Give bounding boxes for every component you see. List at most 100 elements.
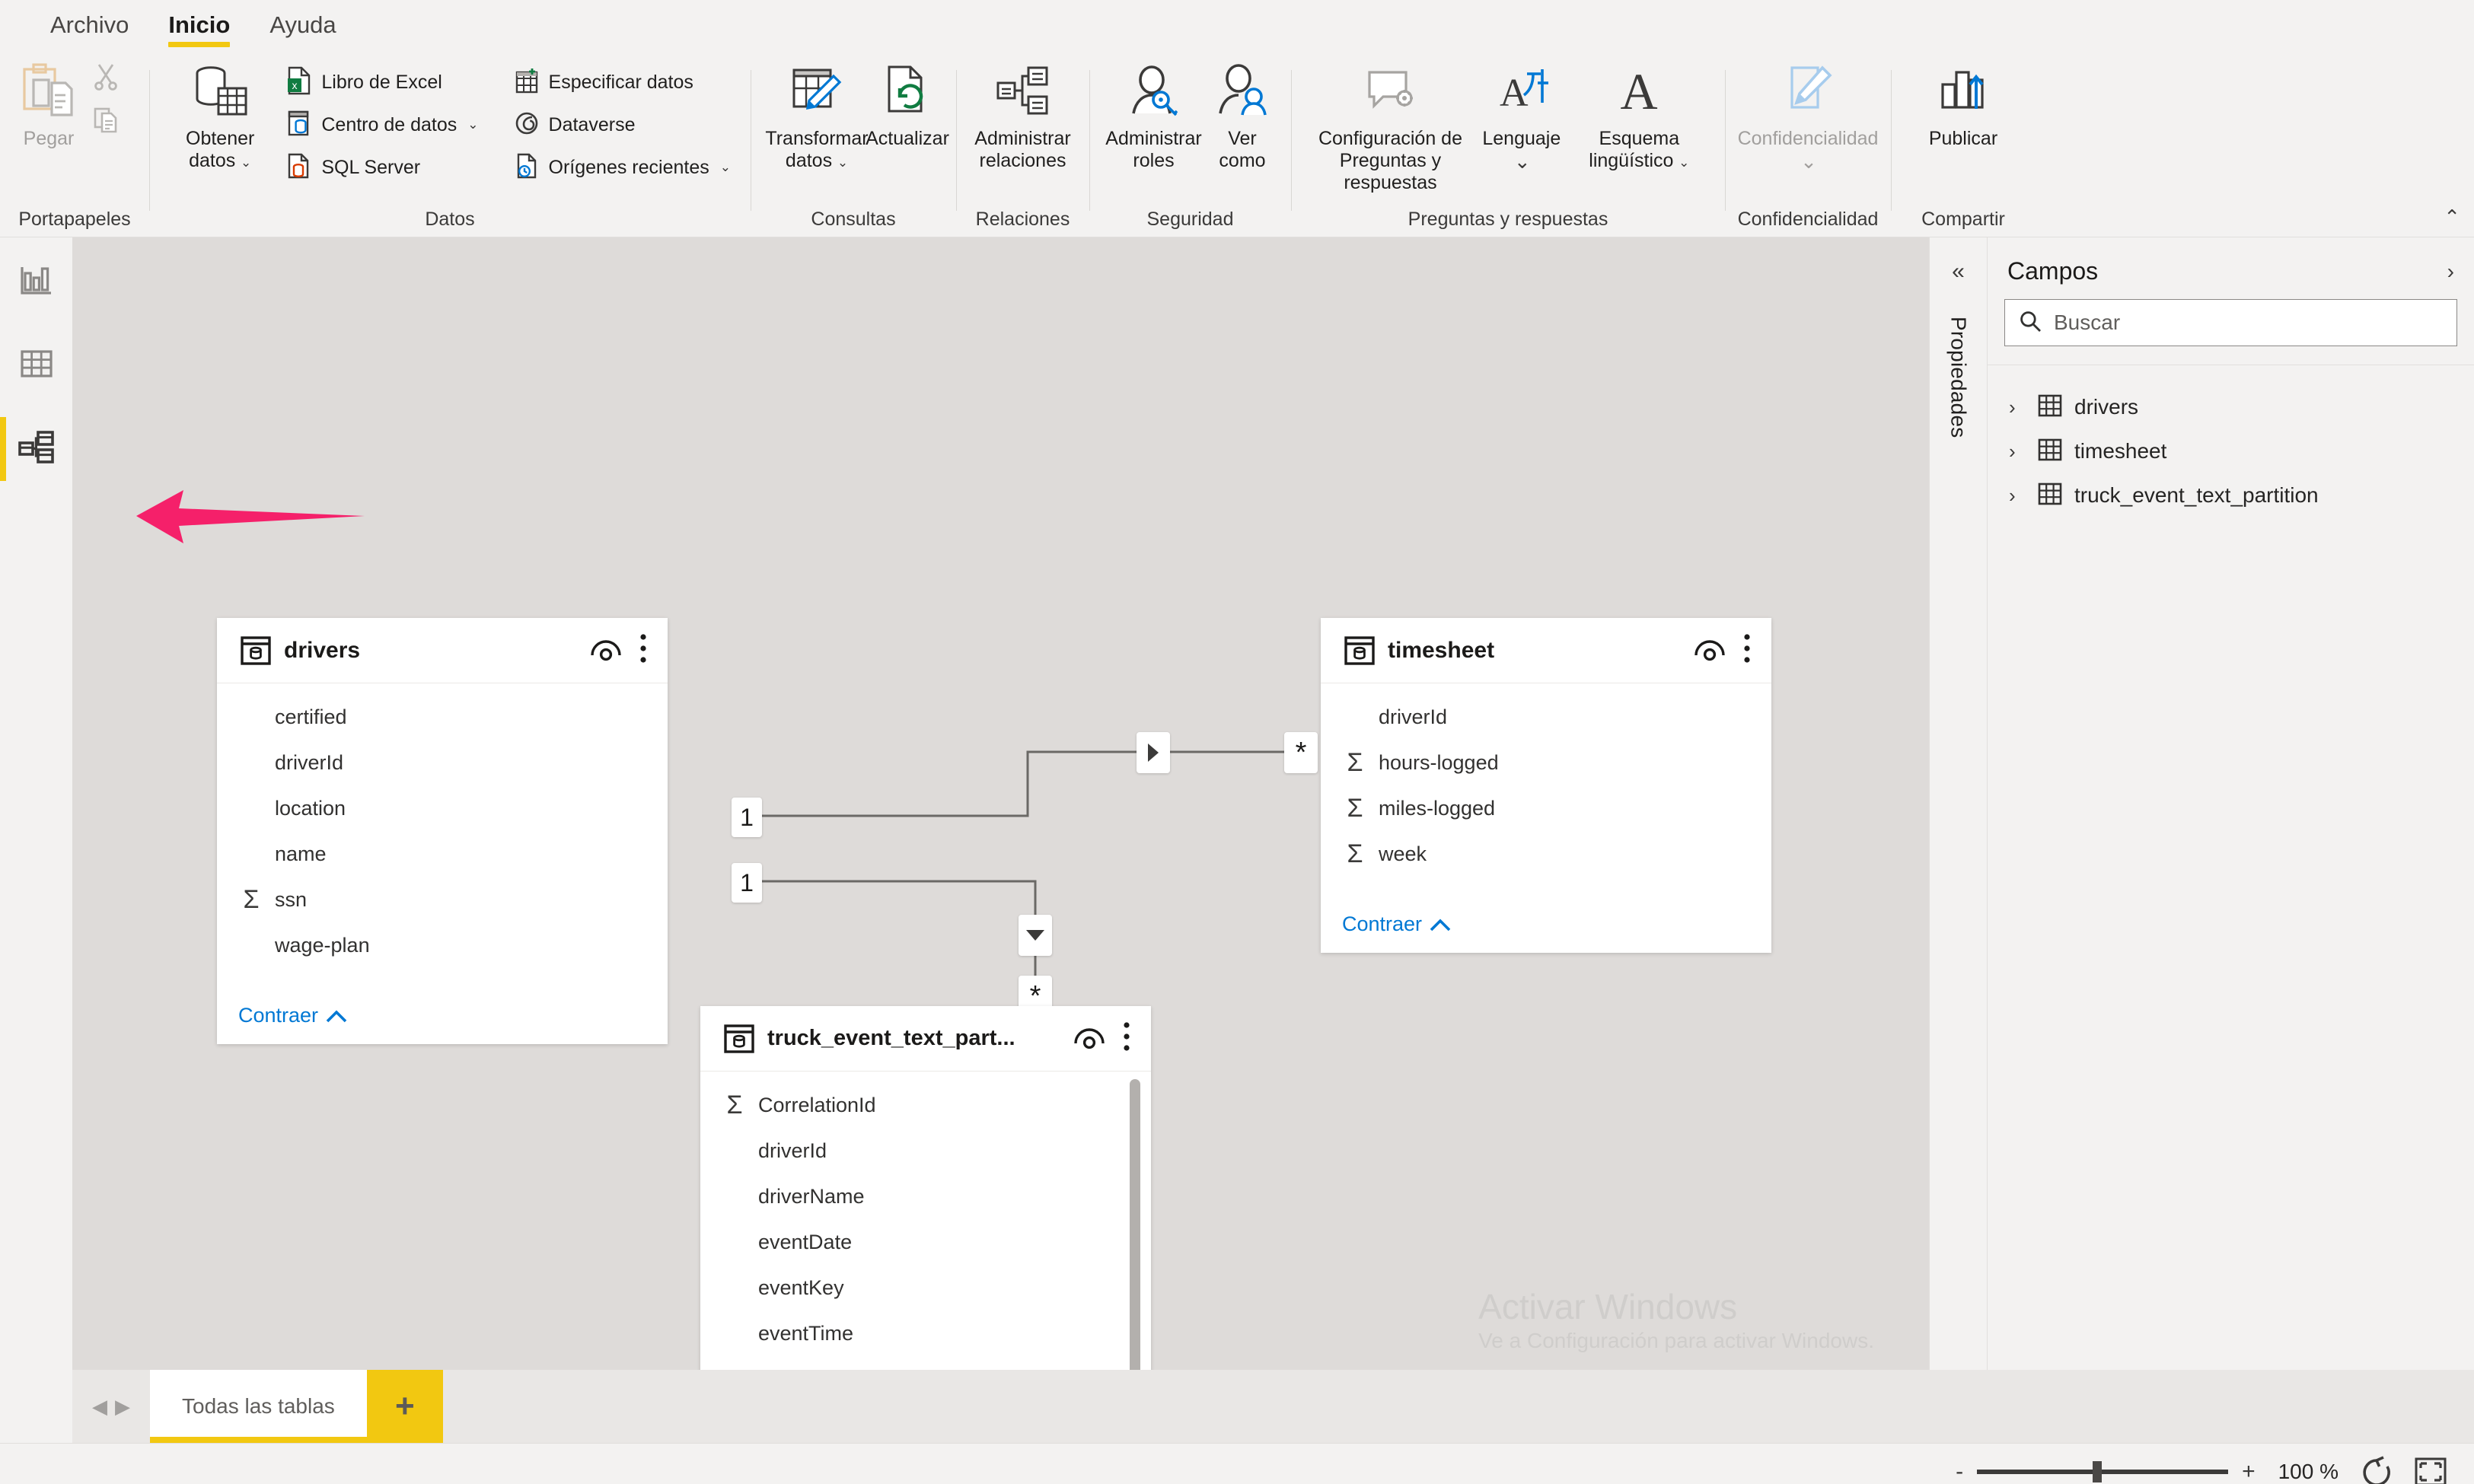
field-row[interactable]: ΣdriverId [217, 740, 668, 785]
hide-table-icon[interactable] [1692, 635, 1727, 665]
sensitivity-button[interactable]: Confidencialidad ⌄ [1737, 53, 1879, 174]
field-row[interactable]: ΣdriverId [700, 1128, 1151, 1174]
hide-table-icon[interactable] [1072, 1024, 1107, 1053]
model-relationship-icon [18, 430, 55, 469]
chevron-right-icon[interactable]: › [2447, 260, 2454, 284]
field-row[interactable]: ΣeventTime [700, 1310, 1151, 1356]
transform-data-button[interactable]: Transformar datos ⌄ [763, 53, 871, 172]
field-row[interactable]: ΣdriverName [700, 1174, 1151, 1219]
paste-button[interactable]: Pegar [12, 53, 85, 150]
tab-ayuda[interactable]: Ayuda [250, 11, 355, 47]
table-more-options-icon[interactable] [1739, 632, 1755, 668]
watermark-title: Activar Windows [1478, 1286, 1738, 1326]
properties-pane-collapsed[interactable]: « Propiedades [1929, 237, 1987, 1370]
sidebar-item-data-view[interactable] [0, 338, 72, 393]
table-card-truck-event-text-partition[interactable]: truck_event_text_part... Σ CorrelationId … [700, 1006, 1151, 1370]
field-row[interactable]: Σweek [1321, 831, 1771, 877]
page-tab-todas-las-tablas[interactable]: Todas las tablas [150, 1370, 367, 1443]
field-row[interactable]: Σlocation [217, 785, 668, 831]
field-row[interactable]: Σssn [217, 877, 668, 922]
table-more-options-icon[interactable] [1119, 1021, 1134, 1056]
view-as-button[interactable]: Ver como [1206, 53, 1279, 172]
relationship-cardinality-one[interactable]: 1 [732, 798, 762, 837]
chevron-down-icon[interactable]: ⌄ [1800, 150, 1817, 174]
measure-sigma-icon: Σ [243, 885, 260, 914]
search-input[interactable] [2054, 310, 2443, 335]
table-more-options-icon[interactable] [636, 632, 651, 668]
page-tab-bar: ◀ ▶ Todas las tablas + [0, 1370, 2474, 1443]
fields-pane-item-label: drivers [2074, 395, 2139, 419]
linguistic-schema-button[interactable]: A Esquema lingüístico ⌄ [1566, 53, 1713, 172]
tab-archivo[interactable]: Archivo [30, 11, 148, 47]
model-canvas[interactable]: 1 1 * * drivers certified driverId locat… [72, 237, 1929, 1370]
triangle-left-icon[interactable]: ◀ [92, 1395, 107, 1419]
hide-table-icon[interactable] [588, 635, 623, 665]
relationship-cardinality-one[interactable]: 1 [732, 863, 762, 903]
manage-roles-button[interactable]: Administrar roles [1102, 53, 1206, 172]
collapse-table-button[interactable]: Contraer [1342, 912, 1451, 936]
collapse-table-button[interactable]: Contraer [238, 1004, 347, 1027]
fields-search-box[interactable] [2004, 299, 2457, 346]
manage-relationships-button[interactable]: Administrar relaciones [968, 53, 1077, 172]
chevron-right-icon[interactable]: › [2009, 440, 2026, 463]
transform-data-label: Transformar datos [765, 128, 869, 171]
chevron-down-icon: ⌄ [719, 160, 731, 174]
table-card-drivers[interactable]: drivers Σcertified ΣdriverId Σlocation [217, 618, 668, 1044]
zoom-out-button[interactable]: - [1956, 1459, 1963, 1484]
qna-settings-button[interactable]: Configuración de Preguntas y respuestas [1303, 53, 1478, 194]
field-row[interactable]: Σmiles-logged [1321, 785, 1771, 831]
chevron-right-icon[interactable]: › [2009, 484, 2026, 508]
recent-sources-button[interactable]: Orígenes recientes ⌄ [506, 146, 738, 189]
relationship-direction-arrow[interactable] [1137, 732, 1170, 773]
add-page-button[interactable]: + [366, 1370, 443, 1443]
sidebar-item-report-view[interactable] [0, 254, 72, 309]
ribbon-group-sensitivity: Confidencialidad ⌄ Confidencialidad [1725, 47, 1891, 237]
refresh-button[interactable]: Actualizar [866, 53, 949, 150]
table-card-scrollbar[interactable] [1130, 1079, 1140, 1370]
zoom-slider-knob[interactable] [2092, 1460, 2102, 1482]
publish-button[interactable]: Publicar [1920, 53, 2007, 150]
field-row[interactable]: ΣeventKey [700, 1265, 1151, 1310]
field-name: driverName [758, 1184, 865, 1208]
sidebar-item-model-view[interactable] [0, 417, 72, 481]
ribbon-group-label-relationships: Relaciones [975, 209, 1070, 230]
excel-workbook-button[interactable]: x Libro de Excel [279, 61, 486, 103]
field-row[interactable]: Σwage-plan [217, 922, 668, 968]
ribbon-collapse-button[interactable]: ⌃ [2444, 205, 2460, 229]
field-row[interactable]: Σcertified [217, 694, 668, 740]
field-row[interactable]: Σ CorrelationId [700, 1082, 1151, 1128]
fit-to-page-icon[interactable] [2415, 1457, 2447, 1484]
relationship-cardinality-many[interactable]: * [1284, 732, 1318, 773]
field-row[interactable]: Σname [217, 831, 668, 877]
relationship-direction-arrow[interactable] [1019, 915, 1052, 956]
reset-zoom-icon[interactable] [2361, 1455, 2392, 1484]
zoom-in-button[interactable]: + [2242, 1459, 2256, 1484]
data-hub-button[interactable]: Centro de datos ⌄ [279, 103, 486, 146]
triangle-right-icon[interactable]: ▶ [115, 1395, 130, 1419]
enter-data-button[interactable]: Especificar datos [506, 61, 738, 103]
field-row[interactable]: ΣeventType [700, 1356, 1151, 1371]
field-row[interactable]: ΣdriverId [1321, 694, 1771, 740]
language-button[interactable]: A Lenguaje ⌄ [1478, 53, 1566, 174]
ribbon: Pegar Portapapeles Obtener datos ⌄ x Lib… [0, 47, 2474, 237]
zoom-slider[interactable] [1977, 1460, 2229, 1482]
chevron-right-icon[interactable]: › [2009, 396, 2026, 419]
fields-pane-item-truck-event-text-partition[interactable]: › truck_event_text_partition [1988, 473, 2474, 517]
double-chevron-left-icon[interactable]: « [1952, 259, 1965, 285]
table-icon [723, 1023, 755, 1055]
field-row[interactable]: Σhours-logged [1321, 740, 1771, 785]
table-card-timesheet[interactable]: timesheet ΣdriverId Σhours-logged Σmiles… [1321, 618, 1771, 953]
dataverse-button[interactable]: Dataverse [506, 103, 738, 146]
view-switcher-rail [0, 237, 72, 1370]
table-card-footer: Contraer [1321, 905, 1771, 953]
tab-inicio[interactable]: Inicio [148, 11, 250, 47]
qna-settings-icon [1362, 58, 1418, 125]
sql-server-button[interactable]: SQL Server [279, 146, 486, 189]
copy-button[interactable] [85, 99, 126, 142]
fields-pane-item-timesheet[interactable]: › timesheet [1988, 429, 2474, 473]
fields-pane-item-drivers[interactable]: › drivers [1988, 385, 2474, 429]
field-row[interactable]: ΣeventDate [700, 1219, 1151, 1265]
cut-button[interactable] [85, 56, 126, 99]
chevron-down-icon[interactable]: ⌄ [1514, 150, 1531, 174]
get-data-button[interactable]: Obtener datos ⌄ [161, 53, 279, 172]
